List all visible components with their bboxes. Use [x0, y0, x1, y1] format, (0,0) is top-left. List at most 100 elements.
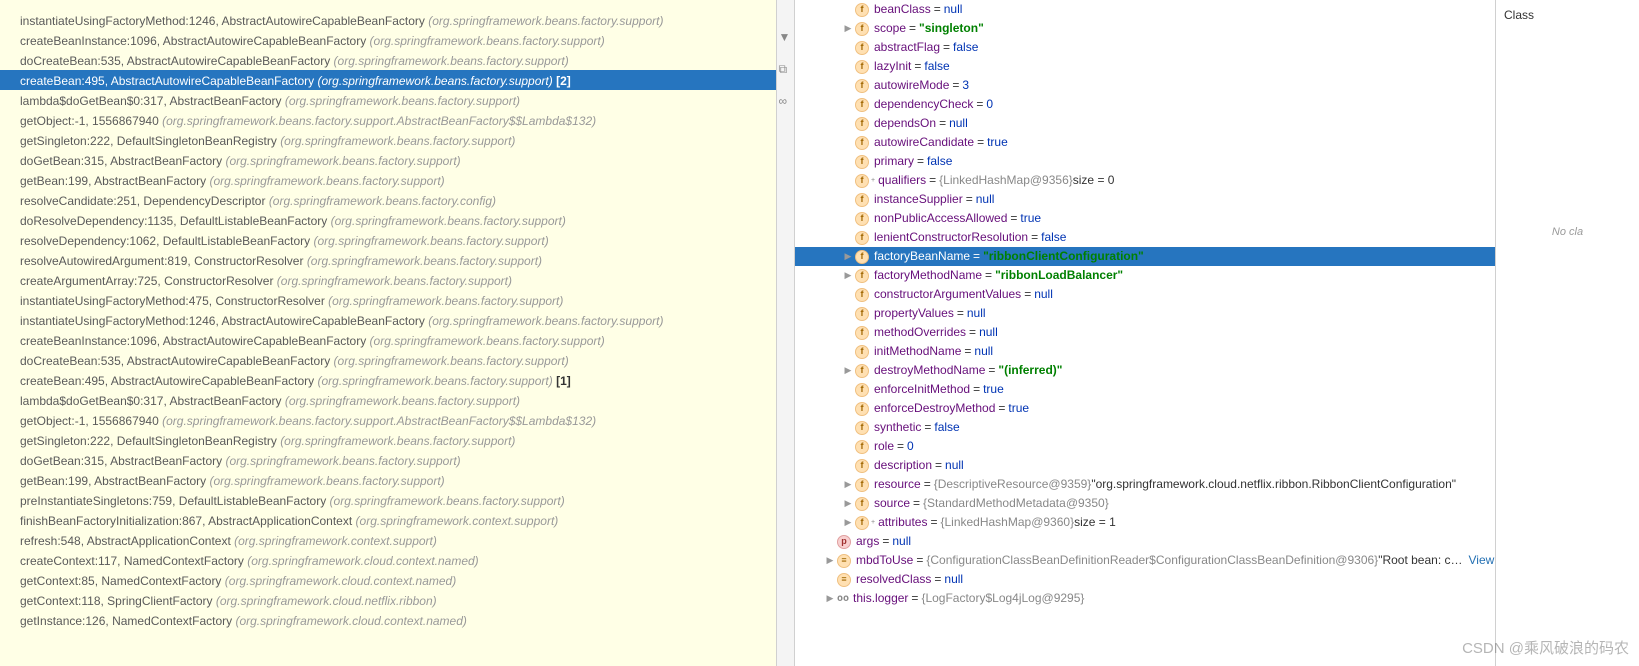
- stack-frame-row[interactable]: getContext:85, NamedContextFactory (org.…: [0, 570, 776, 590]
- stack-frame-row[interactable]: instantiateUsingFactoryMethod:1246, Abst…: [0, 310, 776, 330]
- field-icon: f: [855, 478, 869, 492]
- field-icon: f: [855, 231, 869, 245]
- variable-row[interactable]: ▶fenforceInitMethod = true: [795, 380, 1495, 399]
- expand-arrow-icon[interactable]: ▶: [843, 248, 853, 265]
- stack-frame-row[interactable]: getSingleton:222, DefaultSingletonBeanRe…: [0, 430, 776, 450]
- stack-frame-row[interactable]: doCreateBean:535, AbstractAutowireCapabl…: [0, 350, 776, 370]
- stack-frame-row[interactable]: getContext:118, SpringClientFactory (org…: [0, 590, 776, 610]
- field-icon: f: [855, 326, 869, 340]
- field-icon: f: [855, 345, 869, 359]
- stack-frame-row[interactable]: resolveCandidate:251, DependencyDescript…: [0, 190, 776, 210]
- variable-row[interactable]: ▶≡resolvedClass = null: [795, 570, 1495, 589]
- field-icon: f: [855, 98, 869, 112]
- stack-frame-row[interactable]: createArgumentArray:725, ConstructorReso…: [0, 270, 776, 290]
- stack-frame-row[interactable]: getObject:-1, 1556867940 (org.springfram…: [0, 110, 776, 130]
- variable-row[interactable]: ▶ffactoryMethodName = "ribbonLoadBalance…: [795, 266, 1495, 285]
- field-icon: f: [855, 497, 869, 511]
- field-icon: f: [855, 421, 869, 435]
- variable-row[interactable]: ▶≡mbdToUse = {ConfigurationClassBeanDefi…: [795, 551, 1495, 570]
- stack-frame-row[interactable]: doGetBean:315, AbstractBeanFactory (org.…: [0, 150, 776, 170]
- variable-row[interactable]: ▶fabstractFlag = false: [795, 38, 1495, 57]
- local-icon: ≡: [837, 573, 851, 587]
- stack-frame-row[interactable]: preInstantiateSingletons:759, DefaultLis…: [0, 490, 776, 510]
- field-icon: f: [855, 383, 869, 397]
- field-icon: f: [855, 307, 869, 321]
- field-icon: f: [855, 250, 869, 264]
- variables-panel[interactable]: ▶fbeanClass = null▶fscope = "singleton"▶…: [795, 0, 1495, 666]
- link-icon[interactable]: ∞: [779, 94, 793, 108]
- copy-icon[interactable]: ⧉: [779, 62, 793, 76]
- field-icon: f: [855, 79, 869, 93]
- field-icon: f: [855, 193, 869, 207]
- field-icon: f: [855, 22, 869, 36]
- variable-row[interactable]: ▶fdependencyCheck = 0: [795, 95, 1495, 114]
- view-link[interactable]: View: [1469, 552, 1495, 569]
- expand-arrow-icon[interactable]: ▶: [825, 590, 835, 607]
- stack-frames-panel[interactable]: instantiateUsingFactoryMethod:1246, Abst…: [0, 0, 777, 666]
- variable-row[interactable]: ▶flenientConstructorResolution = false: [795, 228, 1495, 247]
- variable-row[interactable]: ▶fpropertyValues = null: [795, 304, 1495, 323]
- stack-frame-row[interactable]: createBeanInstance:1096, AbstractAutowir…: [0, 30, 776, 50]
- stack-frame-row[interactable]: createBean:495, AbstractAutowireCapableB…: [0, 370, 776, 390]
- variable-row[interactable]: ▶flazyInit = false: [795, 57, 1495, 76]
- stack-frame-row[interactable]: finishBeanFactoryInitialization:867, Abs…: [0, 510, 776, 530]
- field-icon: f: [855, 136, 869, 150]
- stack-frame-row[interactable]: getObject:-1, 1556867940 (org.springfram…: [0, 410, 776, 430]
- stack-frame-row[interactable]: lambda$doGetBean$0:317, AbstractBeanFact…: [0, 90, 776, 110]
- class-empty-text: No cla: [1504, 226, 1631, 238]
- stack-frame-row[interactable]: doGetBean:315, AbstractBeanFactory (org.…: [0, 450, 776, 470]
- stack-frame-row[interactable]: resolveDependency:1062, DefaultListableB…: [0, 230, 776, 250]
- variable-row[interactable]: ▶f+attributes = {LinkedHashMap@9360} siz…: [795, 513, 1495, 532]
- expand-arrow-icon[interactable]: ▶: [843, 476, 853, 493]
- expand-arrow-icon[interactable]: ▶: [825, 552, 835, 569]
- stack-frame-row[interactable]: getSingleton:222, DefaultSingletonBeanRe…: [0, 130, 776, 150]
- variable-row[interactable]: ▶frole = 0: [795, 437, 1495, 456]
- variable-row[interactable]: ▶fdestroyMethodName = "(inferred)": [795, 361, 1495, 380]
- stack-frame-row[interactable]: getBean:199, AbstractBeanFactory (org.sp…: [0, 170, 776, 190]
- variable-row[interactable]: ▶ffactoryBeanName = "ribbonClientConfigu…: [795, 247, 1495, 266]
- variable-row[interactable]: ▶finitMethodName = null: [795, 342, 1495, 361]
- stack-frame-row[interactable]: createBeanInstance:1096, AbstractAutowir…: [0, 330, 776, 350]
- stack-frame-row[interactable]: createBean:495, AbstractAutowireCapableB…: [0, 70, 776, 90]
- stack-frame-row[interactable]: doResolveDependency:1135, DefaultListabl…: [0, 210, 776, 230]
- variable-row[interactable]: ▶fdependsOn = null: [795, 114, 1495, 133]
- field-icon: f: [855, 60, 869, 74]
- variable-row[interactable]: ▶fmethodOverrides = null: [795, 323, 1495, 342]
- expand-arrow-icon[interactable]: ▶: [843, 267, 853, 284]
- variable-row[interactable]: ▶fscope = "singleton": [795, 19, 1495, 38]
- variable-row[interactable]: ▶fenforceDestroyMethod = true: [795, 399, 1495, 418]
- variable-row[interactable]: ▶fnonPublicAccessAllowed = true: [795, 209, 1495, 228]
- stack-frame-row[interactable]: doCreateBean:535, AbstractAutowireCapabl…: [0, 50, 776, 70]
- variable-row[interactable]: ▶fconstructorArgumentValues = null: [795, 285, 1495, 304]
- variable-row[interactable]: ▶f+qualifiers = {LinkedHashMap@9356} siz…: [795, 171, 1495, 190]
- expand-arrow-icon[interactable]: ▶: [843, 362, 853, 379]
- variable-row[interactable]: ▶fprimary = false: [795, 152, 1495, 171]
- class-header: Class: [1504, 4, 1631, 26]
- variable-row[interactable]: ▶fautowireMode = 3: [795, 76, 1495, 95]
- variable-row[interactable]: ▶fautowireCandidate = true: [795, 133, 1495, 152]
- stack-frame-row[interactable]: lambda$doGetBean$0:317, AbstractBeanFact…: [0, 390, 776, 410]
- this-icon: oo: [837, 590, 849, 607]
- stack-frame-row[interactable]: refresh:548, AbstractApplicationContext …: [0, 530, 776, 550]
- stack-frame-row[interactable]: resolveAutowiredArgument:819, Constructo…: [0, 250, 776, 270]
- variable-row[interactable]: ▶fdescription = null: [795, 456, 1495, 475]
- variable-row[interactable]: ▶pargs = null: [795, 532, 1495, 551]
- variable-row[interactable]: ▶fsynthetic = false: [795, 418, 1495, 437]
- expand-arrow-icon[interactable]: ▶: [843, 514, 853, 531]
- field-icon: f: [855, 174, 869, 188]
- variable-row[interactable]: ▶fbeanClass = null: [795, 0, 1495, 19]
- expand-arrow-icon[interactable]: ▶: [843, 20, 853, 37]
- variable-row[interactable]: ▶fsource = {StandardMethodMetadata@9350}: [795, 494, 1495, 513]
- variable-row[interactable]: ▶finstanceSupplier = null: [795, 190, 1495, 209]
- stack-frame-row[interactable]: instantiateUsingFactoryMethod:1246, Abst…: [0, 10, 776, 30]
- variable-row[interactable]: ▶oothis.logger = {LogFactory$Log4jLog@92…: [795, 589, 1495, 608]
- stack-frame-row[interactable]: getBean:199, AbstractBeanFactory (org.sp…: [0, 470, 776, 490]
- local-icon: ≡: [837, 554, 851, 568]
- stack-frame-row[interactable]: getInstance:126, NamedContextFactory (or…: [0, 610, 776, 630]
- expand-arrow-icon[interactable]: ▶: [843, 495, 853, 512]
- variable-row[interactable]: ▶fresource = {DescriptiveResource@9359} …: [795, 475, 1495, 494]
- arrow-down-icon[interactable]: ▼: [779, 30, 793, 44]
- field-icon: f: [855, 364, 869, 378]
- stack-frame-row[interactable]: createContext:117, NamedContextFactory (…: [0, 550, 776, 570]
- stack-frame-row[interactable]: instantiateUsingFactoryMethod:475, Const…: [0, 290, 776, 310]
